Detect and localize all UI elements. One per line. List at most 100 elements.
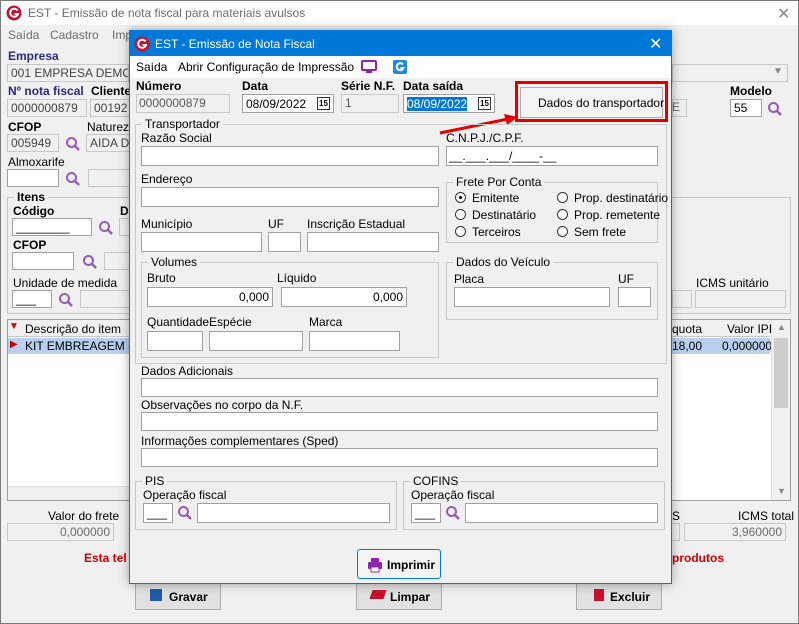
pis-search-icon[interactable] — [177, 505, 193, 521]
nf-field[interactable]: 0000000879 — [7, 99, 87, 117]
scroll-up-icon[interactable]: ▲ — [777, 322, 786, 332]
empresa-field-right[interactable] — [672, 64, 788, 82]
almox-search-icon[interactable] — [65, 171, 81, 187]
trash-icon — [594, 589, 604, 601]
menu-saida[interactable]: Saída — [8, 28, 39, 42]
cfop2-field[interactable] — [12, 252, 74, 270]
quantidade-field[interactable] — [147, 331, 203, 351]
codigo-field[interactable]: ________ — [12, 218, 92, 236]
placa-field[interactable] — [454, 287, 610, 307]
especie-field[interactable] — [209, 331, 303, 351]
serie-field[interactable]: 1 — [341, 94, 399, 113]
dados-transportador-button[interactable]: Dados do transportador — [520, 87, 664, 118]
info-field[interactable] — [141, 448, 658, 467]
s-fragment-label: S — [672, 509, 681, 523]
frete-terceiros-label[interactable]: Terceiros — [472, 225, 521, 239]
empresa-field[interactable]: 001 EMPRESA DEMONS — [7, 64, 129, 82]
app-shortcut-icon[interactable] — [392, 59, 408, 75]
cofins-op-field[interactable]: ___ — [411, 503, 441, 523]
dialog-close-icon[interactable]: ✕ — [649, 34, 662, 54]
gravar-button[interactable]: Gravar — [135, 584, 221, 610]
natureza-label: Naturez — [87, 120, 130, 134]
imprimir-button[interactable]: Imprimir — [357, 549, 441, 579]
liquido-field[interactable]: 0,000 — [281, 287, 407, 307]
grid-col-aliq[interactable]: quota — [672, 322, 702, 336]
municipio-label: Município — [141, 217, 193, 231]
printer-icon — [368, 558, 382, 573]
d-fragment-label: D — [120, 204, 129, 218]
scroll-down-icon[interactable]: ▼ — [777, 486, 786, 496]
cnpj-field[interactable]: __.___.___/____-__ — [446, 146, 658, 166]
natureza-field[interactable]: AIDA DE — [86, 134, 130, 152]
grid-hscrollbar[interactable] — [8, 486, 130, 500]
codigo-search-icon[interactable] — [98, 220, 114, 236]
frete-prop-destinatario-label[interactable]: Prop. destinatário — [574, 191, 668, 205]
uf2-field[interactable] — [618, 287, 651, 307]
menu-cadastro[interactable]: Cadastro — [50, 28, 99, 42]
razao-field[interactable] — [141, 146, 439, 166]
frete-sem-frete-radio[interactable] — [557, 226, 568, 237]
numero-field[interactable]: 0000000879 — [136, 94, 230, 113]
grid-row-ipi: 0,000000 — [722, 339, 773, 353]
dados-adicionais-field[interactable] — [141, 378, 658, 397]
uf-field[interactable] — [268, 232, 301, 252]
scroll-thumb[interactable] — [774, 338, 788, 408]
cofins-group-title: COFINS — [410, 474, 462, 488]
empresa-dropdown-icon[interactable]: ▼ — [773, 66, 783, 77]
icms-unit-field[interactable] — [695, 290, 786, 308]
cfop-field[interactable]: 005949 — [7, 134, 59, 152]
monitor-icon[interactable] — [361, 59, 377, 75]
grid-col-desc[interactable]: Descrição do item — [25, 322, 121, 336]
frete-destinatario-label[interactable]: Destinatário — [472, 208, 536, 222]
obs-field[interactable] — [141, 412, 658, 431]
cfop-search-icon[interactable] — [65, 136, 81, 152]
dialog-menu-config[interactable]: Abrir Configuração de Impressão — [178, 60, 354, 74]
cnpj-label: C.N.P.J./C.P.F. — [446, 131, 524, 145]
volumes-group-title: Volumes — [148, 255, 201, 269]
frete-destinatario-radio[interactable] — [455, 209, 466, 220]
limpar-button[interactable]: Limpar — [356, 584, 442, 610]
grid-vscrollbar[interactable]: ▲ ▼ — [771, 320, 790, 500]
modelo-search-icon[interactable] — [767, 101, 783, 117]
data-calendar-icon[interactable]: 15 — [317, 97, 330, 110]
frete-terceiros-radio[interactable] — [455, 226, 466, 237]
icms-total-field[interactable]: 3,960000 — [684, 523, 786, 541]
quantidade-label: Quantidade — [147, 315, 210, 329]
uf2-label: UF — [618, 272, 634, 286]
save-icon — [150, 589, 162, 601]
cofins-desc-field — [465, 503, 658, 523]
almox-field[interactable] — [7, 169, 59, 187]
cofins-search-icon[interactable] — [445, 505, 461, 521]
grid-col-ipi[interactable]: Valor IPI — [727, 322, 772, 336]
transportador-group-title: Transportador — [142, 117, 223, 131]
dialog-menu-saida[interactable]: Saída — [136, 60, 167, 74]
cliente-e-fragment: E — [672, 100, 681, 114]
right-field-a — [672, 290, 692, 308]
frete-prop-destinatario-radio[interactable] — [557, 192, 568, 203]
cliente-field[interactable]: 00192 — [90, 99, 130, 117]
excluir-button[interactable]: Excluir — [576, 584, 662, 610]
frete-emitente-radio[interactable] — [455, 192, 466, 203]
frete-field[interactable]: 0,000000 — [7, 523, 114, 541]
endereco-field[interactable] — [141, 187, 439, 207]
frete-prop-remetente-label[interactable]: Prop. remetente — [574, 208, 660, 222]
bruto-field[interactable]: 0,000 — [147, 287, 273, 307]
unidade-search-icon[interactable] — [58, 292, 74, 308]
unidade-field[interactable]: ___ — [12, 290, 52, 308]
municipio-field[interactable] — [141, 232, 262, 252]
marca-field[interactable] — [309, 331, 400, 351]
ie-field[interactable] — [307, 232, 439, 252]
datasaida-value: 08/09/2022 — [407, 97, 468, 111]
frete-prop-remetente-radio[interactable] — [557, 209, 568, 220]
modelo-field[interactable]: 55 — [730, 99, 762, 117]
obs-label: Observações no corpo da N.F. — [141, 398, 304, 412]
datasaida-calendar-icon[interactable]: 15 — [478, 97, 491, 110]
cfop2-search-icon[interactable] — [82, 254, 98, 270]
dialog-menubar: Saída Abrir Configuração de Impressão — [130, 56, 671, 78]
itens-group-title: Itens — [14, 190, 49, 204]
pis-op-field[interactable]: ___ — [143, 503, 173, 523]
frete-sem-frete-label[interactable]: Sem frete — [574, 225, 626, 239]
frete-emitente-label[interactable]: Emitente — [472, 191, 519, 205]
main-close-icon[interactable]: ✕ — [777, 4, 790, 24]
grid-sort-icon[interactable]: ▼ — [9, 321, 19, 332]
